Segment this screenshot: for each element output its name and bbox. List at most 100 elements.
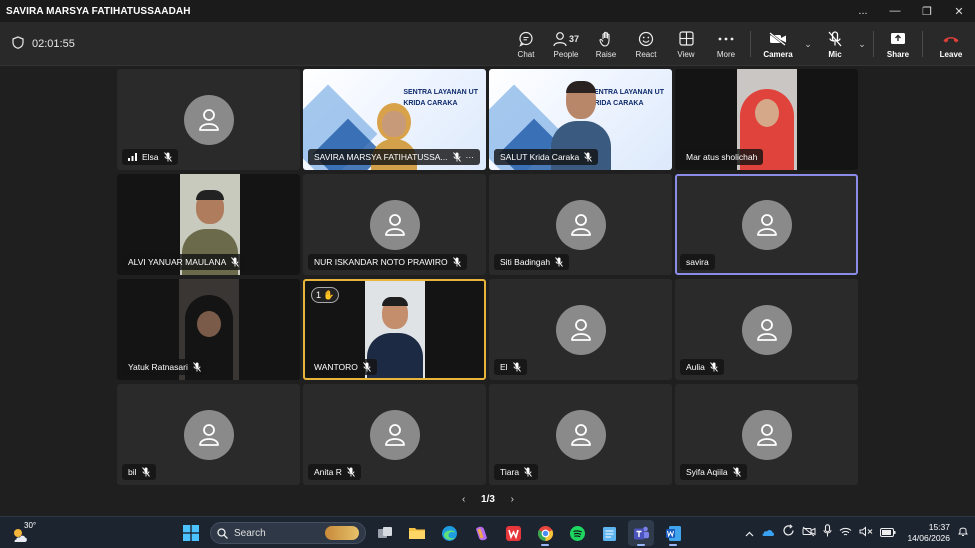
close-button[interactable]: ✕	[943, 0, 975, 22]
clock-time: 15:37	[928, 522, 950, 532]
refresh-icon	[783, 524, 795, 536]
sync-tray-button[interactable]	[782, 524, 795, 542]
shield-icon[interactable]	[12, 36, 24, 52]
participant-tile-mar-atus-sholichah[interactable]: Mar atus sholichah	[675, 69, 858, 170]
mic-options-chevron[interactable]: ⌄	[855, 22, 869, 66]
mic-button[interactable]: Mic	[815, 22, 855, 66]
view-button[interactable]: View	[666, 22, 706, 66]
user-avatar-icon	[570, 423, 591, 446]
taskbar-clock[interactable]: 15:37 14/06/2026	[907, 522, 950, 544]
copilot-button[interactable]	[468, 520, 494, 546]
participant-tile-savira-marsya[interactable]: SENTRA LAYANAN UT KRIDA CARAKA SAVIRA MAR…	[303, 69, 486, 170]
wifi-icon	[840, 527, 852, 536]
edge-icon	[441, 525, 457, 541]
raised-hand-badge: 1 ✋	[311, 287, 340, 303]
system-tray: 15:37 14/06/2026	[745, 517, 975, 548]
wps-button[interactable]	[500, 520, 526, 546]
word-icon	[665, 525, 681, 541]
task-view-button[interactable]	[372, 520, 398, 546]
participant-tile-tiara[interactable]: Tiara	[489, 384, 672, 485]
participant-tile-yatuk-ratnasari[interactable]: Yatuk Ratnasari	[117, 279, 300, 380]
user-avatar-icon	[756, 213, 777, 236]
participant-name-tag: WANTORO	[308, 359, 377, 375]
react-button[interactable]: React	[626, 22, 666, 66]
tile-more-button[interactable]: ···	[466, 152, 475, 162]
teams-button[interactable]	[628, 520, 654, 546]
participant-tile-salut-krida-caraka[interactable]: SENTRA LAYANAN UT KRIDA CARAKA SALUT Krid…	[489, 69, 672, 170]
chat-button[interactable]: Chat	[506, 22, 546, 66]
onedrive-tray-button[interactable]	[761, 524, 775, 542]
people-count: 37	[568, 33, 579, 44]
participant-tile-alvi-yanuar-maulana[interactable]: ALVI YANUAR MAULANA	[117, 174, 300, 275]
title-more-button[interactable]: ...	[847, 0, 879, 22]
camera-button[interactable]: Camera	[755, 22, 801, 66]
signal-bars-icon	[128, 153, 137, 161]
mic-muted-icon	[192, 362, 201, 372]
raise-hand-button[interactable]: Raise	[586, 22, 626, 66]
participant-name-tag: El	[494, 359, 527, 375]
participant-tile-elsa[interactable]: Elsa	[117, 69, 300, 170]
prev-page-button[interactable]: ‹	[462, 494, 465, 505]
participant-tile-el[interactable]: El	[489, 279, 672, 380]
volume-tray-button[interactable]	[859, 524, 873, 542]
participant-name-tag: savira	[680, 254, 715, 270]
tray-overflow-button[interactable]	[745, 524, 754, 542]
share-button[interactable]: Share	[878, 22, 918, 66]
file-explorer-button[interactable]	[404, 520, 430, 546]
title-bar: SAVIRA MARSYA FATIHATUSSAADAH ... — ❐ ✕	[0, 0, 975, 22]
timer-text: 02:01:55	[32, 38, 75, 50]
more-button[interactable]: More	[706, 22, 746, 66]
participant-name-tag: Elsa	[122, 149, 178, 165]
volume-muted-icon	[859, 526, 873, 537]
windows-taskbar: 30° Search 15:37 14/06/2026	[0, 516, 975, 548]
mic-muted-icon	[732, 467, 741, 477]
share-screen-icon	[891, 32, 905, 44]
spotify-button[interactable]	[564, 520, 590, 546]
chat-icon	[519, 31, 533, 47]
restore-button[interactable]: ❐	[911, 0, 943, 22]
word-button[interactable]	[660, 520, 686, 546]
wps-icon	[505, 525, 521, 541]
avatar	[369, 409, 420, 460]
mic-muted-icon	[346, 467, 355, 477]
notification-button[interactable]	[957, 524, 969, 542]
minimize-button[interactable]: —	[879, 0, 911, 22]
edge-button[interactable]	[436, 520, 462, 546]
ellipsis-icon	[718, 37, 734, 40]
microphone-tray-button[interactable]	[823, 524, 832, 542]
taskbar-apps: Search	[178, 517, 686, 548]
camera-options-chevron[interactable]: ⌄	[801, 22, 815, 66]
notepad-button[interactable]	[596, 520, 622, 546]
participant-name-tag: NUR ISKANDAR NOTO PRAWIRO	[308, 254, 467, 270]
window-controls: ... — ❐ ✕	[847, 0, 975, 22]
search-placeholder: Search	[234, 527, 266, 539]
participant-name-tag: Syifa Aqiila	[680, 464, 747, 480]
chevron-up-icon	[746, 531, 754, 537]
mic-muted-icon	[363, 362, 371, 372]
participant-tile-savira[interactable]: savira	[675, 174, 858, 275]
participant-name-tag: Siti Badingah	[494, 254, 570, 270]
taskbar-search-box[interactable]: Search	[210, 522, 366, 544]
camera-tray-button[interactable]	[802, 524, 816, 542]
participant-tile-siti-badingah[interactable]: Siti Badingah	[489, 174, 672, 275]
chrome-button[interactable]	[532, 520, 558, 546]
avatar	[555, 199, 606, 250]
participant-tile-anita-r[interactable]: Anita R	[303, 384, 486, 485]
next-page-button[interactable]: ›	[511, 494, 514, 505]
participant-tile-bil[interactable]: bil	[117, 384, 300, 485]
participant-tile-wantoro[interactable]: 1 ✋ WANTORO	[303, 279, 486, 380]
participant-tile-syifa-aqiila[interactable]: Syifa Aqiila	[675, 384, 858, 485]
start-button[interactable]	[178, 520, 204, 546]
participant-tile-aulia[interactable]: Aulia	[675, 279, 858, 380]
participant-name-tag: Aulia	[680, 359, 724, 375]
wifi-tray-button[interactable]	[839, 524, 852, 542]
battery-tray-button[interactable]	[880, 524, 896, 542]
weather-widget[interactable]: 30°	[10, 521, 40, 544]
participant-tile-nur-iskandar[interactable]: NUR ISKANDAR NOTO PRAWIRO	[303, 174, 486, 275]
user-avatar-icon	[384, 423, 405, 446]
people-button[interactable]: 37 People	[546, 22, 586, 66]
toolbar-divider	[750, 31, 751, 57]
leave-button[interactable]: Leave	[927, 22, 975, 66]
user-avatar-icon	[198, 423, 219, 446]
avatar	[741, 304, 792, 355]
